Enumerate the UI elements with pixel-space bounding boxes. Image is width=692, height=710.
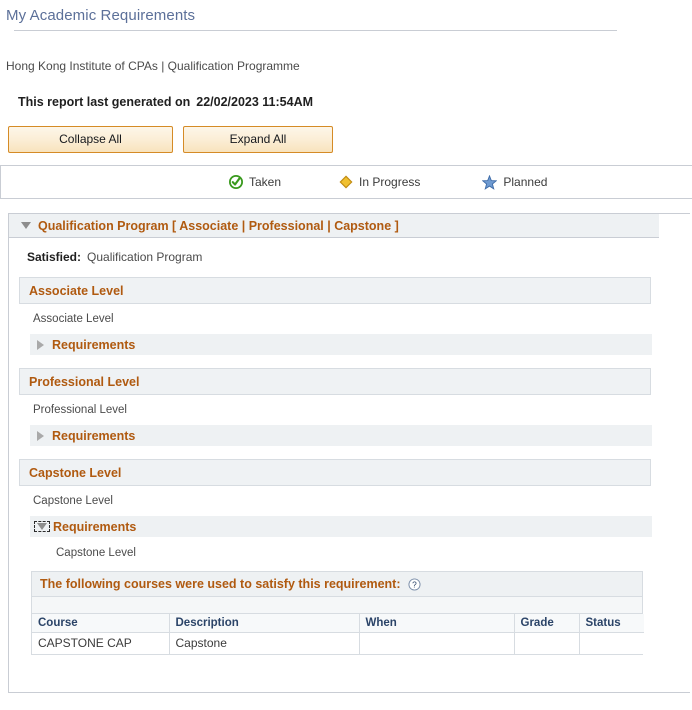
cell-when [359, 632, 515, 654]
level-bar-professional: Professional Level [19, 368, 651, 395]
column-header-description: Description [169, 614, 360, 633]
level-bar-capstone: Capstone Level [19, 459, 651, 486]
chevron-down-icon[interactable] [21, 222, 31, 229]
column-header-when: When [359, 614, 515, 633]
chevron-right-icon[interactable] [37, 430, 44, 441]
panel-body: Satisfied: Qualification Program Associat… [9, 250, 690, 655]
report-generated-value: 22/02/2023 11:54AM [196, 95, 314, 109]
column-header-status: Status [579, 614, 644, 633]
expand-collapse-toolbar: Collapse All Expand All [8, 126, 692, 153]
institution-breadcrumb: Hong Kong Institute of CPAs | Qualificat… [6, 59, 300, 73]
focus-outline [34, 521, 50, 532]
requirements-label-professional: Requirements [52, 428, 136, 443]
expand-all-button[interactable]: Expand All [183, 126, 333, 153]
level-name-associate: Associate Level [33, 313, 114, 325]
cell-course: CAPSTONE CAP [32, 632, 170, 654]
planned-star-icon [482, 174, 498, 190]
capstone-sub-level-name: Capstone Level [56, 547, 136, 559]
course-table-spacer [32, 597, 642, 614]
level-name-capstone: Capstone Level [33, 495, 113, 507]
qualification-program-header[interactable]: Qualification Program [ Associate | Prof… [9, 214, 659, 238]
level-name-professional: Professional Level [33, 404, 127, 416]
satisfied-status-row: Satisfied: Qualification Program [27, 250, 690, 264]
table-row: CAPSTONE CAP Capstone [32, 632, 644, 654]
requirements-toggle-associate[interactable]: Requirements [30, 334, 652, 355]
page-header: My Academic Requirements [0, 0, 692, 31]
legend-item-planned: Planned [482, 174, 548, 190]
legend-label-planned: Planned [503, 175, 548, 189]
table-header-row: Course Description When Grade Status [32, 614, 644, 633]
level-bar-title-associate: Associate Level [29, 283, 124, 298]
svg-text:?: ? [412, 579, 417, 589]
cell-description: Capstone [169, 632, 360, 654]
chevron-down-icon[interactable] [37, 523, 47, 530]
requirements-label-capstone: Requirements [53, 519, 137, 534]
satisfied-value: Qualification Program [87, 250, 203, 264]
collapse-all-button[interactable]: Collapse All [8, 126, 173, 153]
level-bar-title-capstone: Capstone Level [29, 465, 122, 480]
requirements-label-associate: Requirements [52, 337, 136, 352]
satisfying-courses-caption-text: The following courses were used to satis… [40, 577, 401, 591]
level-bar-associate: Associate Level [19, 277, 651, 304]
cell-grade [514, 632, 580, 654]
level-bar-title-professional: Professional Level [29, 374, 140, 389]
satisfying-courses-caption: The following courses were used to satis… [32, 572, 642, 597]
column-header-course: Course [32, 614, 170, 633]
satisfying-courses-block: The following courses were used to satis… [31, 571, 644, 655]
legend-item-in-progress: In Progress [339, 175, 420, 189]
taken-check-icon [229, 175, 243, 189]
requirements-toggle-professional[interactable]: Requirements [30, 425, 652, 446]
qualification-program-title: Qualification Program [ Associate | Prof… [38, 218, 399, 233]
cell-status [579, 632, 644, 654]
column-header-grade: Grade [514, 614, 580, 633]
help-question-icon[interactable]: ? [401, 577, 421, 591]
page-title: My Academic Requirements [6, 7, 196, 24]
report-generated-row: This report last generated on 22/02/2023 … [18, 95, 692, 109]
report-generated-label: This report last generated on [18, 95, 191, 109]
satisfying-courses-table: Course Description When Grade Status CAP… [32, 614, 644, 654]
legend-label-in-progress: In Progress [359, 175, 421, 189]
legend-label-taken: Taken [249, 175, 282, 189]
chevron-right-icon[interactable] [37, 339, 44, 350]
status-legend: Taken In Progress Planned [0, 165, 692, 199]
in-progress-diamond-icon [339, 175, 353, 189]
academic-requirements-panel: Qualification Program [ Associate | Prof… [8, 213, 690, 693]
requirements-toggle-capstone[interactable]: Requirements [30, 516, 652, 537]
legend-item-taken: Taken [229, 175, 281, 189]
satisfied-label: Satisfied: [27, 250, 82, 264]
title-divider [14, 30, 617, 31]
